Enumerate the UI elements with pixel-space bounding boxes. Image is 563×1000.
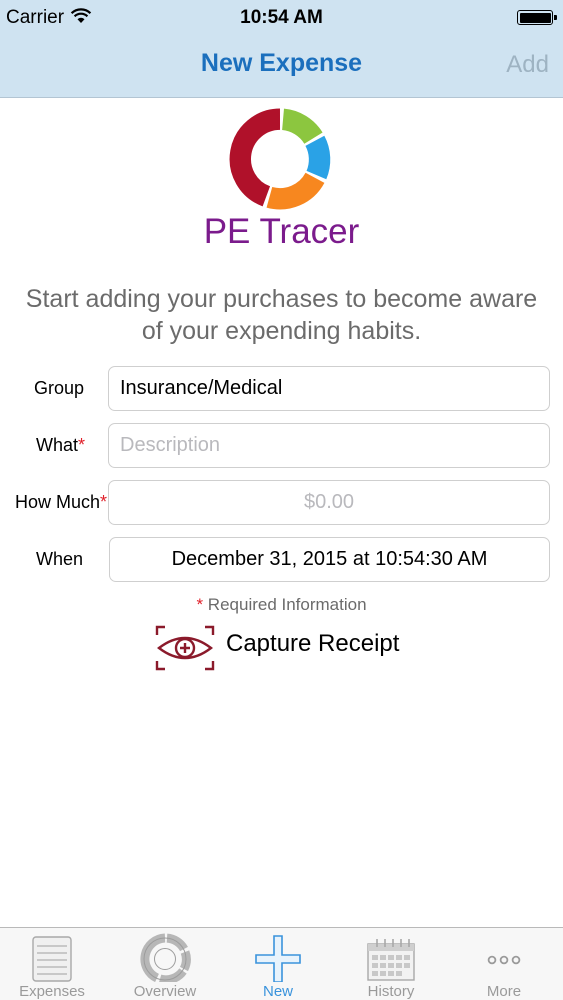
when-label: When (35, 549, 83, 569)
tab-label: More (486, 983, 522, 1000)
date-picker-field[interactable]: December 31, 2015 at 10:54:30 AM (109, 537, 550, 582)
page-title: New Expense (200, 49, 363, 77)
tab-overview[interactable]: Overview (109, 928, 221, 1000)
tab-expenses[interactable]: Expenses (0, 928, 108, 1000)
group-label: Group (33, 378, 84, 398)
logo-segment-green (281, 108, 323, 145)
tab-more[interactable]: More (448, 928, 560, 1000)
logo-segment-red (229, 108, 281, 207)
logo-segment-blue (305, 135, 331, 180)
eye-scan-icon (155, 625, 215, 671)
required-information-note: * Required Information (196, 595, 367, 614)
tab-bar: Expenses Overview New History More (0, 927, 563, 1000)
status-time: 10:54 AM (240, 7, 323, 28)
app-logo (229, 108, 331, 210)
capture-receipt-label: Capture Receipt (226, 630, 400, 657)
how-much-label: How Much* (14, 492, 107, 512)
add-button[interactable]: Add (506, 51, 549, 79)
tab-new[interactable]: New (222, 928, 334, 1000)
navigation-bar: Carrier 10:54 AM New Expense Add (0, 0, 563, 98)
tab-label: Expenses (19, 983, 85, 1000)
logo-segment-orange (266, 172, 325, 210)
tab-history[interactable]: History (335, 928, 447, 1000)
more-dots-icon (487, 955, 521, 965)
capture-receipt-button[interactable]: Capture Receipt (155, 625, 425, 673)
tab-label: New (262, 983, 293, 1000)
plus-icon (255, 935, 301, 982)
app-name: PE Tracer (203, 212, 360, 251)
tagline: Start adding your purchases to become aw… (25, 285, 538, 345)
tab-label: History (367, 983, 415, 1000)
new-expense-screen: Carrier 10:54 AM New Expense Add PE Trac… (0, 0, 563, 1000)
description-input[interactable]: Description (108, 423, 550, 468)
battery-icon (517, 10, 557, 25)
donut-chart-icon (140, 933, 191, 982)
tab-label: Overview (133, 983, 197, 1000)
list-icon (32, 936, 72, 982)
required-asterisk: * (99, 492, 107, 512)
calendar-icon (367, 939, 415, 981)
amount-input[interactable]: $0.00 (108, 480, 550, 525)
group-field[interactable]: Insurance/Medical (108, 366, 550, 411)
required-asterisk: * (77, 435, 85, 455)
what-label: What* (35, 435, 85, 455)
status-bar: Carrier 10:54 AM (0, 0, 563, 36)
